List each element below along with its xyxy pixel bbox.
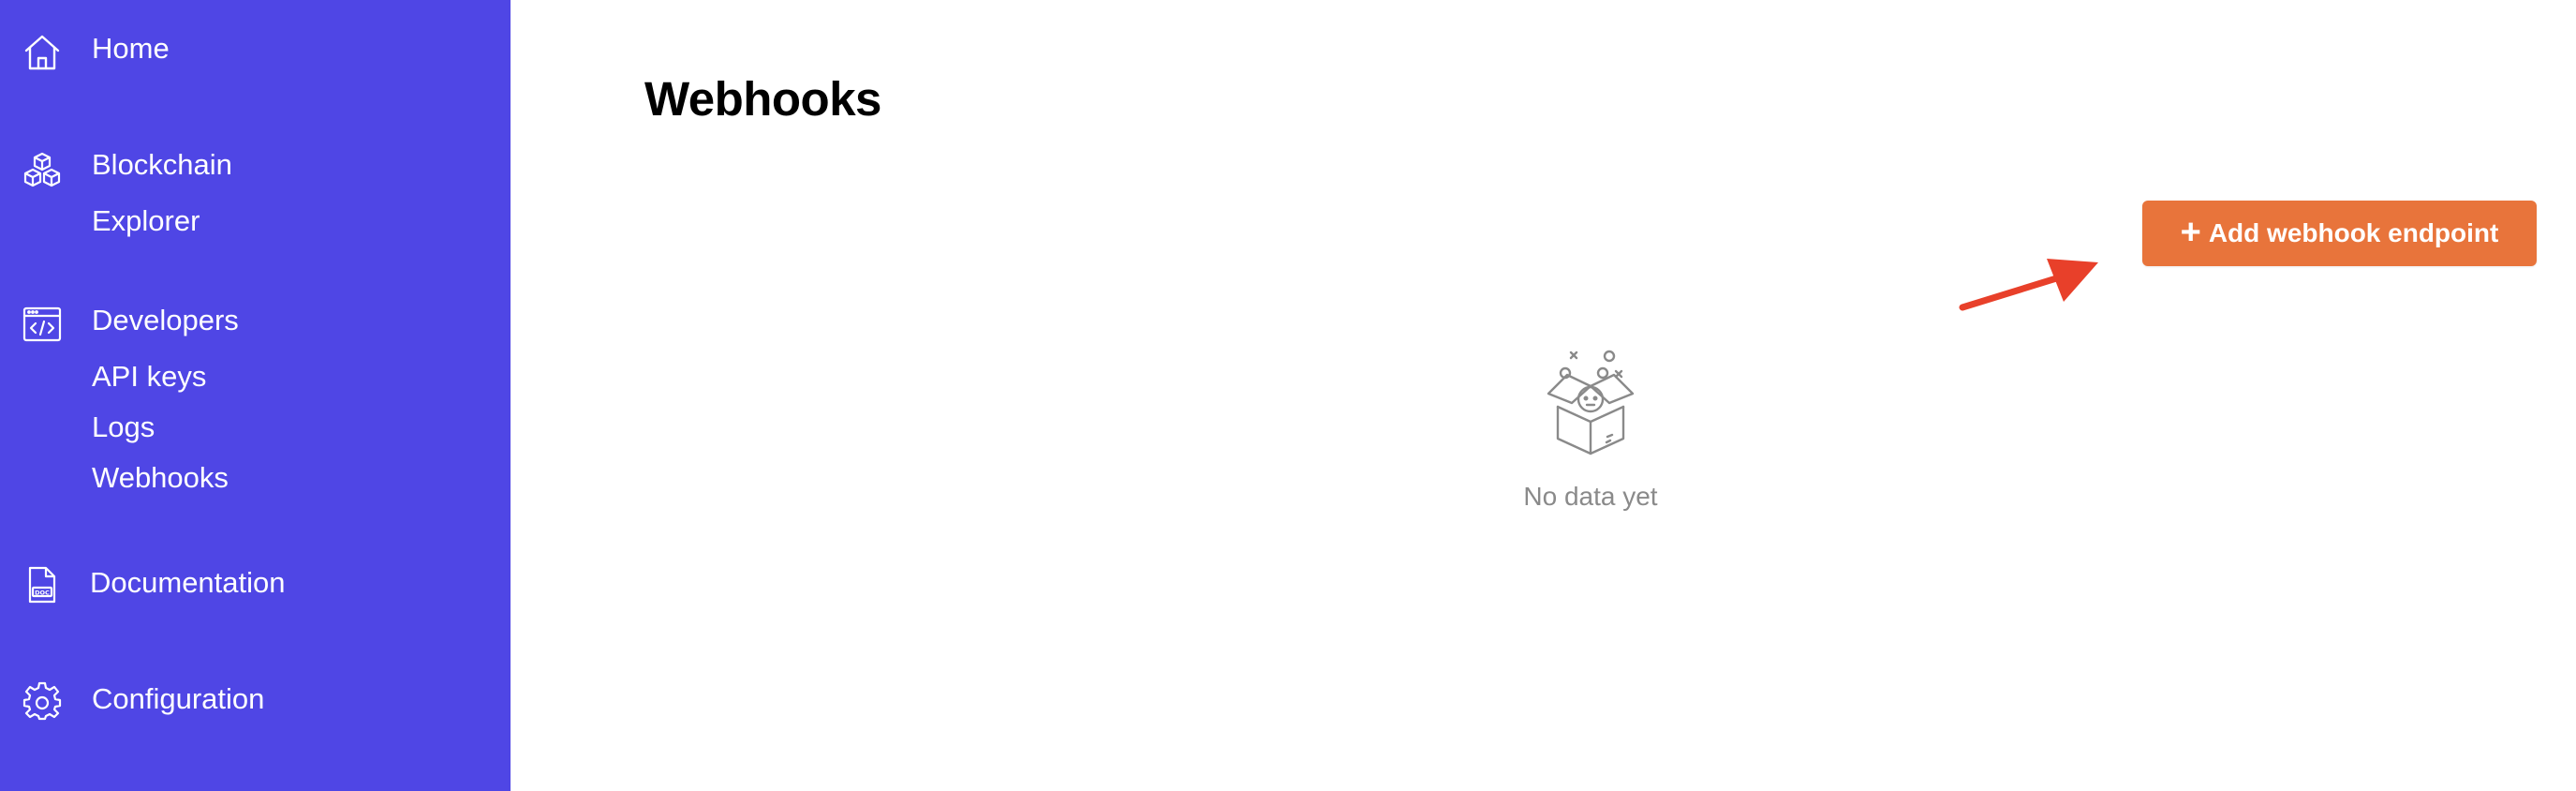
gear-icon <box>22 680 63 722</box>
add-webhook-endpoint-label: Add webhook endpoint <box>2208 218 2499 247</box>
sidebar-item-home[interactable]: Home <box>0 26 511 73</box>
sidebar: Home Blockchain Explorer Developers API … <box>0 0 511 791</box>
home-icon <box>22 32 63 73</box>
sidebar-item-developers[interactable]: Developers <box>0 298 511 345</box>
sidebar-item-documentation[interactable]: DOC Documentation <box>0 560 511 607</box>
svg-text:DOC: DOC <box>35 590 50 597</box>
plus-icon: + <box>2180 212 2201 252</box>
sidebar-item-label: Home <box>92 32 170 65</box>
sidebar-item-label: Developers <box>92 304 239 336</box>
doc-file-icon: DOC <box>22 564 63 605</box>
sidebar-subitem-explorer[interactable]: Explorer <box>92 202 200 240</box>
annotation-arrow-icon <box>1959 259 2098 311</box>
sidebar-item-blockchain[interactable]: Blockchain <box>0 142 511 189</box>
sidebar-item-label: Configuration <box>92 682 265 715</box>
add-webhook-endpoint-button[interactable]: + Add webhook endpoint <box>2142 201 2537 266</box>
empty-state-text: No data yet <box>1523 482 1658 511</box>
sidebar-subitem-logs[interactable]: Logs <box>92 409 155 446</box>
sidebar-subitem-api-keys[interactable]: API keys <box>92 358 206 396</box>
app-root: Home Blockchain Explorer Developers API … <box>0 0 2576 791</box>
page-title: Webhooks <box>644 72 881 126</box>
cubes-icon <box>22 150 63 191</box>
main-content: Webhooks + Add webhook endpoint No data … <box>511 0 2576 791</box>
sidebar-item-label: Documentation <box>90 566 286 599</box>
code-window-icon <box>22 304 63 345</box>
sidebar-item-label: Blockchain <box>92 148 232 181</box>
empty-box-icon <box>1539 345 1642 457</box>
sidebar-item-configuration[interactable]: Configuration <box>0 677 511 724</box>
sidebar-subitem-webhooks[interactable]: Webhooks <box>92 459 229 497</box>
